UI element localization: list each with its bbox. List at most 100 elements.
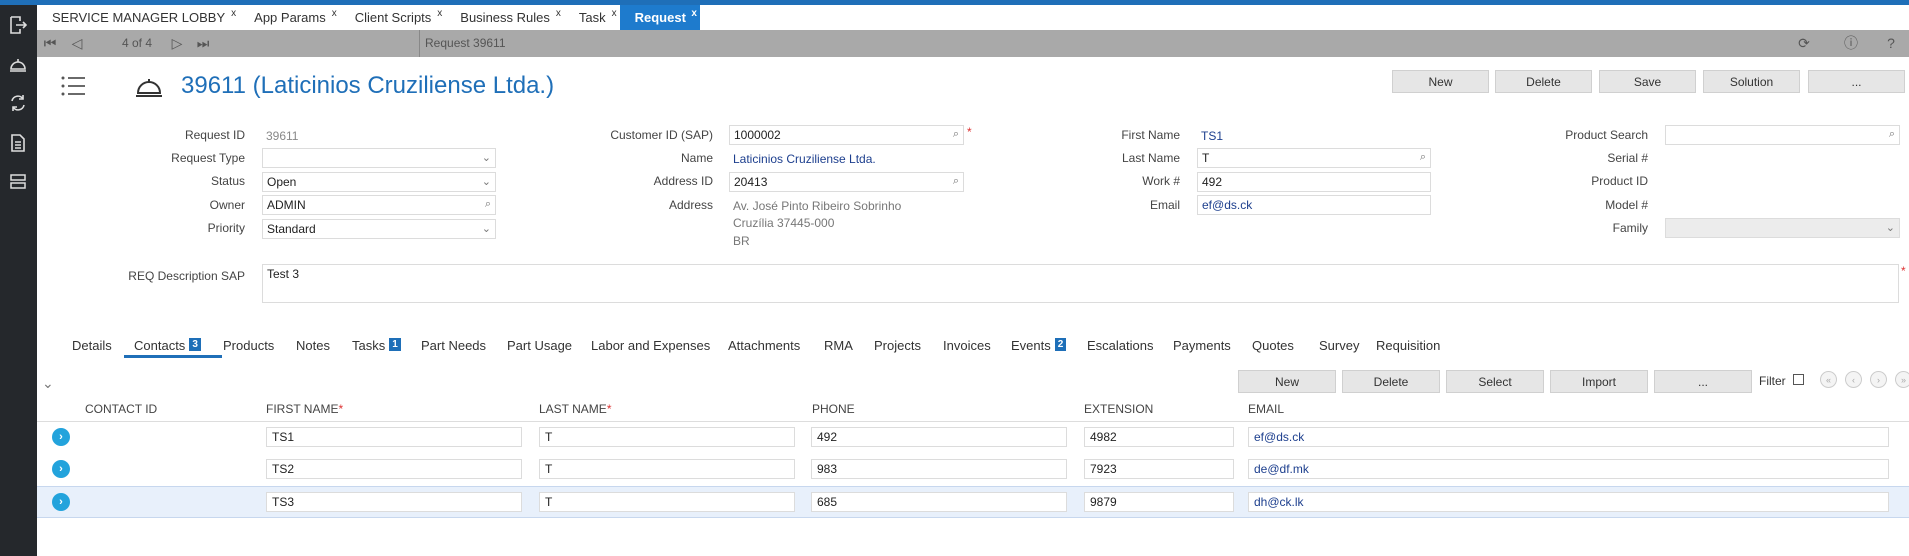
column-header-email[interactable]: EMAIL	[1248, 402, 1284, 416]
open-row-icon[interactable]: ›	[52, 428, 70, 446]
grid-delete-button[interactable]: Delete	[1342, 370, 1440, 393]
close-icon[interactable]: x	[332, 8, 337, 19]
previous-page-icon[interactable]: ‹	[1845, 371, 1862, 388]
email-cell[interactable]: dh@ck.lk	[1248, 492, 1889, 512]
table-row[interactable]: › TS1 T 492 4982 ef@ds.ck	[37, 422, 1909, 452]
next-page-icon[interactable]: ›	[1870, 371, 1887, 388]
column-header-extension[interactable]: EXTENSION	[1084, 402, 1153, 416]
column-header-contact-id[interactable]: CONTACT ID	[85, 402, 157, 416]
column-header-first-name[interactable]: FIRST NAME*	[266, 402, 343, 416]
first-name-cell[interactable]: TS2	[266, 459, 522, 479]
column-header-phone[interactable]: PHONE	[812, 402, 855, 416]
close-icon[interactable]: x	[556, 8, 561, 19]
email-input[interactable]: ef@ds.ck	[1197, 195, 1431, 215]
tab-request[interactable]: Request x	[619, 5, 700, 30]
first-name-cell[interactable]: TS3	[266, 492, 522, 512]
table-row-selected[interactable]: › TS3 T 685 9879 dh@ck.lk	[37, 486, 1909, 518]
last-record-icon[interactable]: ⏭	[194, 34, 212, 52]
last-name-cell[interactable]: T	[539, 427, 795, 447]
next-record-icon[interactable]: ▷	[168, 34, 186, 52]
subtab-contacts[interactable]: Contacts 3	[124, 338, 222, 358]
extension-cell[interactable]: 4982	[1084, 427, 1234, 447]
last-name-cell[interactable]: T	[539, 492, 795, 512]
priority-select[interactable]: Standard ⌄	[262, 219, 496, 239]
first-page-icon[interactable]: «	[1820, 371, 1837, 388]
subtab-tasks[interactable]: Tasks 1	[352, 338, 401, 353]
more-actions-button[interactable]: ...	[1808, 70, 1905, 93]
close-icon[interactable]: x	[612, 8, 617, 19]
delete-button[interactable]: Delete	[1495, 70, 1592, 93]
search-icon[interactable]: ⌕	[1889, 128, 1895, 141]
product-search-input[interactable]: ⌕	[1665, 125, 1900, 145]
req-description-textarea[interactable]: Test 3	[262, 264, 1899, 303]
subtab-escalations[interactable]: Escalations	[1087, 338, 1153, 353]
last-name-cell[interactable]: T	[539, 459, 795, 479]
extension-cell[interactable]: 9879	[1084, 492, 1234, 512]
grid-import-button[interactable]: Import	[1550, 370, 1648, 393]
first-record-icon[interactable]: ⏮	[41, 34, 59, 52]
family-select[interactable]: ⌄	[1665, 218, 1900, 238]
grid-select-button[interactable]: Select	[1446, 370, 1544, 393]
close-icon[interactable]: x	[691, 8, 697, 19]
tab-app-params[interactable]: App Params x	[239, 5, 340, 30]
search-icon[interactable]: ⌕	[953, 128, 959, 141]
tab-client-scripts[interactable]: Client Scripts x	[340, 5, 446, 30]
grid-new-button[interactable]: New	[1238, 370, 1336, 393]
column-header-last-name[interactable]: LAST NAME*	[539, 402, 611, 416]
subtab-requisition[interactable]: Requisition	[1376, 338, 1440, 353]
sync-icon[interactable]	[6, 91, 30, 115]
subtab-payments[interactable]: Payments	[1173, 338, 1231, 353]
subtab-labor-and-expenses[interactable]: Labor and Expenses	[591, 338, 710, 353]
help-icon[interactable]: ?	[1882, 34, 1900, 52]
extension-cell[interactable]: 7923	[1084, 459, 1234, 479]
search-icon[interactable]: ⌕	[485, 198, 491, 211]
subtab-part-needs[interactable]: Part Needs	[421, 338, 486, 353]
server-icon[interactable]	[6, 170, 30, 194]
previous-record-icon[interactable]: ◁	[68, 34, 86, 52]
subtab-invoices[interactable]: Invoices	[943, 338, 991, 353]
subtab-events[interactable]: Events 2	[1011, 338, 1067, 353]
tab-business-rules[interactable]: Business Rules x	[445, 5, 564, 30]
subtab-details[interactable]: Details	[72, 338, 112, 353]
phone-cell[interactable]: 983	[811, 459, 1067, 479]
address-id-input[interactable]: 20413 ⌕	[729, 172, 964, 192]
service-bell-icon[interactable]	[6, 52, 30, 76]
subtab-attachments[interactable]: Attachments	[728, 338, 800, 353]
last-name-input[interactable]: T ⌕	[1197, 148, 1431, 168]
info-icon[interactable]: ⓘ	[1842, 34, 1860, 52]
first-name-cell[interactable]: TS1	[266, 427, 522, 447]
last-page-icon[interactable]: »	[1895, 371, 1909, 388]
search-icon[interactable]: ⌕	[953, 175, 959, 188]
subtab-products[interactable]: Products	[223, 338, 274, 353]
close-icon[interactable]: x	[231, 8, 236, 19]
email-cell[interactable]: de@df.mk	[1248, 459, 1889, 479]
search-icon[interactable]: ⌕	[1420, 151, 1426, 164]
table-row[interactable]: › TS2 T 983 7923 de@df.mk	[37, 454, 1909, 484]
grid-more-button[interactable]: ...	[1654, 370, 1752, 393]
subtab-survey[interactable]: Survey	[1319, 338, 1359, 353]
collapse-chevron-icon[interactable]: ⌄	[42, 375, 54, 392]
customer-id-input[interactable]: 1000002 ⌕	[729, 125, 964, 145]
owner-input[interactable]: ADMIN ⌕	[262, 195, 496, 215]
list-menu-icon[interactable]	[60, 74, 86, 101]
logout-icon[interactable]	[6, 13, 30, 37]
subtab-rma[interactable]: RMA	[824, 338, 853, 353]
save-button[interactable]: Save	[1599, 70, 1696, 93]
request-type-select[interactable]: ⌄	[262, 148, 496, 168]
subtab-part-usage[interactable]: Part Usage	[507, 338, 572, 353]
subtab-projects[interactable]: Projects	[874, 338, 921, 353]
tab-service-manager-lobby[interactable]: SERVICE MANAGER LOBBY x	[37, 5, 239, 30]
subtab-notes[interactable]: Notes	[296, 338, 330, 353]
tab-task[interactable]: Task x	[564, 5, 620, 30]
new-button[interactable]: New	[1392, 70, 1489, 93]
status-select[interactable]: Open ⌄	[262, 172, 496, 192]
document-icon[interactable]	[6, 131, 30, 155]
work-phone-input[interactable]: 492	[1197, 172, 1431, 192]
filter-checkbox[interactable]	[1793, 374, 1804, 385]
open-row-icon[interactable]: ›	[52, 460, 70, 478]
email-cell[interactable]: ef@ds.ck	[1248, 427, 1889, 447]
phone-cell[interactable]: 492	[811, 427, 1067, 447]
solution-button[interactable]: Solution	[1703, 70, 1800, 93]
close-icon[interactable]: x	[437, 8, 442, 19]
subtab-quotes[interactable]: Quotes	[1252, 338, 1294, 353]
